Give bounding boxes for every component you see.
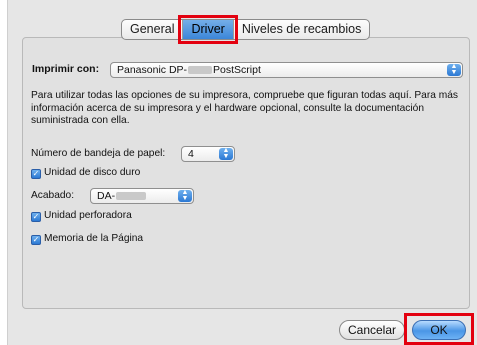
ok-button[interactable]: OK bbox=[412, 320, 466, 340]
popup-arrows-icon: ▲ ▼ bbox=[178, 189, 192, 202]
driver-options-dialog: General Driver Niveles de recambios Impr… bbox=[0, 0, 477, 345]
printer-row: Imprimir con: Panasonic DP- PostScript ▲ ▼ bbox=[29, 61, 463, 80]
page-memory-row[interactable]: ✓ Memoria de la Página bbox=[31, 233, 143, 245]
paper-tray-select[interactable]: 4 ▲ ▼ bbox=[181, 146, 235, 162]
info-text: Para utilizar todas las opciones de su i… bbox=[31, 90, 458, 126]
finisher-label: Acabado: bbox=[31, 190, 75, 201]
finisher-select[interactable]: DA- ▲ ▼ bbox=[90, 188, 194, 204]
popup-arrows-icon: ▲ ▼ bbox=[219, 147, 233, 160]
tab-driver-label: Driver bbox=[191, 22, 225, 36]
paper-tray-value: 4 bbox=[188, 148, 194, 160]
hard-disk-checkbox[interactable]: ✓ bbox=[31, 169, 41, 179]
page-memory-label: Memoria de la Página bbox=[44, 233, 144, 244]
printer-select-prefix: Panasonic DP- bbox=[117, 64, 188, 76]
finisher-row: Acabado: bbox=[31, 190, 74, 201]
tab-general[interactable]: General bbox=[122, 20, 182, 39]
hard-disk-row[interactable]: ✓ Unidad de disco duro bbox=[31, 167, 140, 179]
printer-label: Imprimir con: bbox=[32, 63, 100, 75]
printer-select-suffix: PostScript bbox=[213, 64, 261, 76]
cancel-button[interactable]: Cancelar bbox=[339, 320, 405, 340]
popup-arrows-icon: ▲ ▼ bbox=[447, 63, 461, 76]
redacted-model bbox=[188, 66, 213, 75]
puncher-row[interactable]: ✓ Unidad perforadora bbox=[31, 210, 132, 222]
paper-tray-row: Número de bandeja de papel: bbox=[31, 148, 165, 159]
puncher-label: Unidad perforadora bbox=[44, 210, 132, 221]
paper-tray-label: Número de bandeja de papel: bbox=[31, 148, 166, 159]
window-edge bbox=[0, 0, 8, 345]
tab-driver[interactable]: Driver bbox=[178, 15, 238, 44]
page-memory-checkbox[interactable]: ✓ bbox=[31, 235, 41, 245]
finisher-value-prefix: DA- bbox=[97, 190, 116, 202]
hard-disk-label: Unidad de disco duro bbox=[44, 167, 141, 178]
puncher-checkbox[interactable]: ✓ bbox=[31, 212, 41, 222]
tab-bar: General Driver Niveles de recambios bbox=[121, 15, 371, 44]
printer-select[interactable]: Panasonic DP- PostScript ▲ ▼ bbox=[110, 62, 463, 78]
tab-niveles-de-recambios[interactable]: Niveles de recambios bbox=[232, 20, 370, 39]
redacted-finisher bbox=[116, 192, 147, 201]
